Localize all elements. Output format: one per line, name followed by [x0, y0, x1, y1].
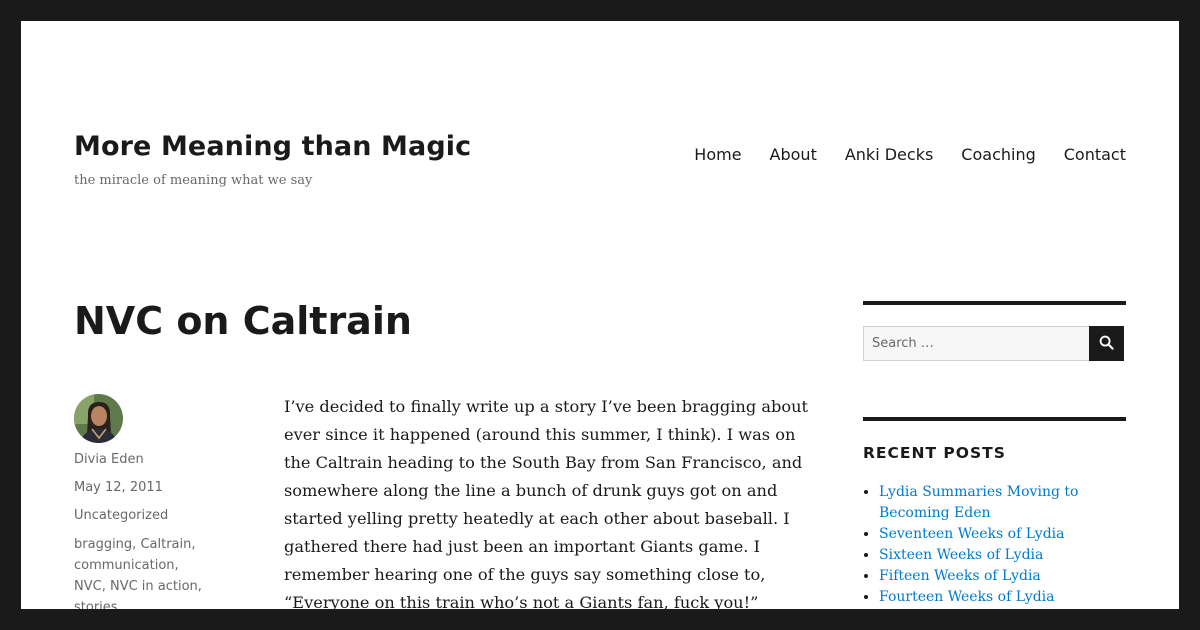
search-form: [863, 326, 1126, 361]
nav-anki-decks[interactable]: Anki Decks: [845, 145, 933, 164]
nav-contact[interactable]: Contact: [1064, 145, 1126, 164]
tag-link[interactable]: Caltrain: [140, 537, 191, 552]
tag-link[interactable]: stories: [74, 600, 118, 609]
post-category[interactable]: Uncategorized: [74, 505, 214, 526]
search-icon: [1099, 335, 1114, 353]
tag-link[interactable]: communication: [74, 558, 175, 573]
search-button[interactable]: [1089, 326, 1124, 361]
recent-post-link[interactable]: Sixteen Weeks of Lydia: [879, 547, 1043, 563]
list-item: Sixteen Weeks of Lydia: [879, 545, 1126, 566]
nav-coaching[interactable]: Coaching: [961, 145, 1035, 164]
avatar[interactable]: [74, 394, 123, 443]
tag-link[interactable]: bragging: [74, 537, 132, 552]
category-link[interactable]: Uncategorized: [74, 508, 168, 523]
list-item: Lydia Summaries Moving to Becoming Eden: [879, 482, 1126, 524]
author-link[interactable]: Divia Eden: [74, 452, 144, 467]
divider: [863, 417, 1126, 421]
post-paragraph: I’ve decided to finally write up a story…: [284, 397, 809, 609]
recent-post-link[interactable]: Lydia Summaries Moving to Becoming Eden: [879, 484, 1078, 521]
site-tagline: the miracle of meaning what we say: [74, 173, 313, 188]
recent-posts-title: RECENT POSTS: [863, 444, 1006, 462]
recent-post-link[interactable]: Fifteen Weeks of Lydia: [879, 568, 1041, 584]
divider: [863, 301, 1126, 305]
list-item: Seventeen Weeks of Lydia: [879, 524, 1126, 545]
post-author[interactable]: Divia Eden: [74, 449, 214, 470]
post-tags: bragging, Caltrain, communication, NVC, …: [74, 534, 214, 609]
site-title[interactable]: More Meaning than Magic: [74, 131, 471, 162]
post-date[interactable]: May 12, 2011: [74, 477, 214, 498]
search-input[interactable]: [863, 326, 1089, 361]
tag-link[interactable]: NVC in action: [110, 579, 198, 594]
nav-about[interactable]: About: [770, 145, 817, 164]
list-item: Fifteen Weeks of Lydia: [879, 566, 1126, 587]
post-content: I’ve decided to finally write up a story…: [284, 393, 819, 609]
nav-home[interactable]: Home: [694, 145, 741, 164]
main-nav: Home About Anki Decks Coaching Contact: [694, 145, 1126, 164]
post-title: NVC on Caltrain: [74, 299, 412, 343]
recent-post-link[interactable]: Seventeen Weeks of Lydia: [879, 526, 1065, 542]
sidebar: RECENT POSTS Lydia Summaries Moving to B…: [863, 301, 1126, 608]
recent-posts-list: Lydia Summaries Moving to Becoming Eden …: [863, 482, 1126, 608]
recent-post-link[interactable]: Fourteen Weeks of Lydia: [879, 589, 1055, 605]
list-item: Fourteen Weeks of Lydia: [879, 587, 1126, 608]
date-link[interactable]: May 12, 2011: [74, 480, 163, 495]
tag-link[interactable]: NVC: [74, 579, 102, 594]
page: More Meaning than Magic the miracle of m…: [21, 21, 1179, 609]
